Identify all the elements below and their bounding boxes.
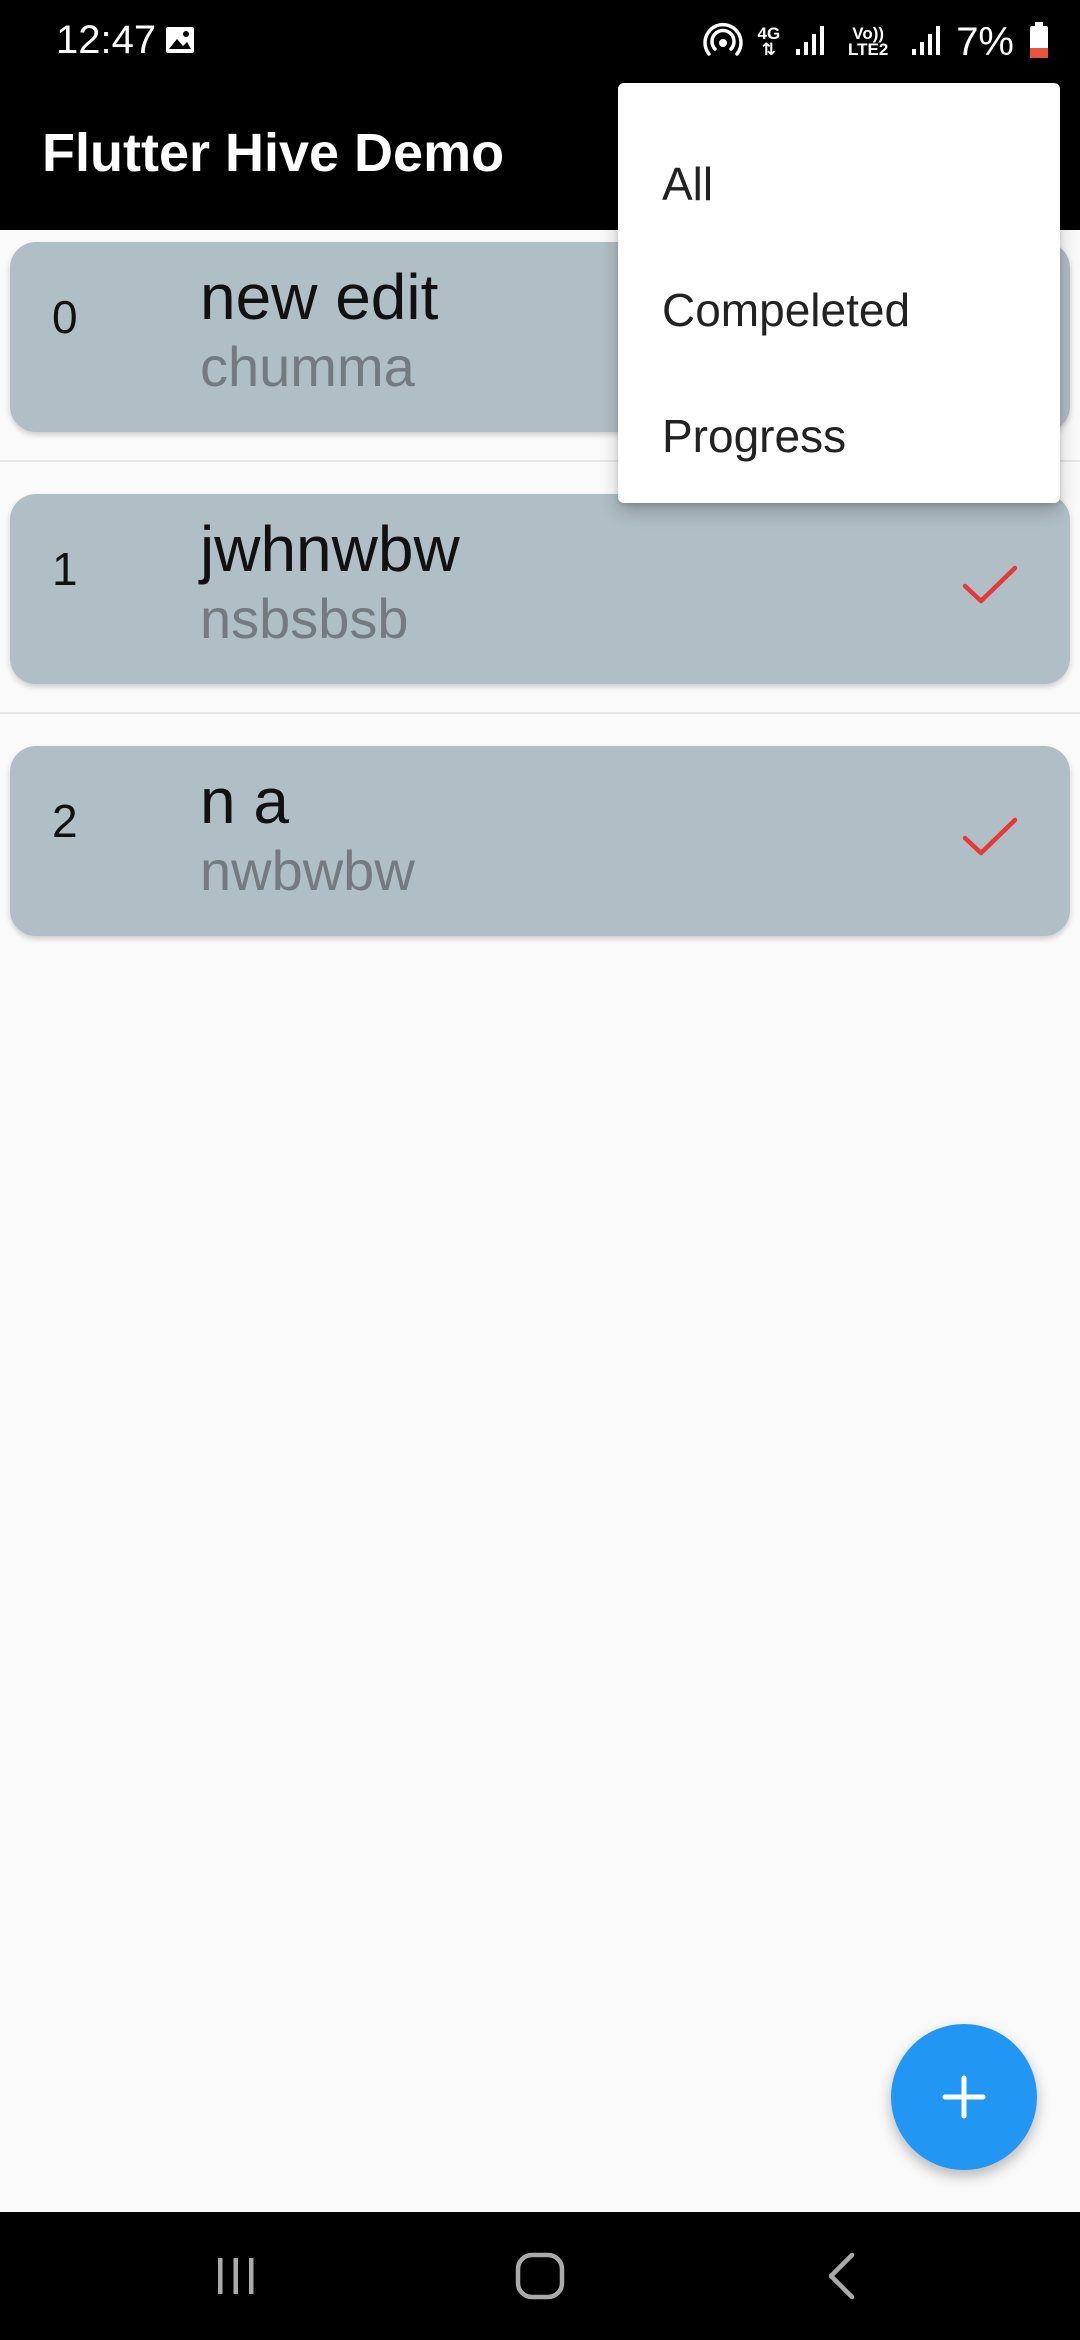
add-icon [942, 2075, 986, 2119]
network-4g-label: 4G ⇅ [758, 25, 781, 59]
status-time: 12:47 [56, 18, 157, 62]
data-arrows-icon: ⇅ [761, 40, 776, 59]
recents-button[interactable] [196, 2246, 276, 2306]
status-indicators: 4G ⇅ Vo)) LTE2 7% [702, 16, 1051, 68]
item-index: 1 [52, 543, 78, 595]
item-subtitle: nsbsbsb [200, 587, 409, 650]
battery-percent: 7% [956, 19, 1014, 64]
signal-icon [910, 23, 942, 62]
item-index: 0 [52, 291, 78, 343]
status-bar: 12:47 4G ⇅ Vo)) LTE2 7% [0, 0, 1080, 84]
back-icon [828, 2252, 855, 2300]
app-title: Flutter Hive Demo [42, 123, 505, 183]
list-item[interactable]: 2 n a nwbwbw [10, 746, 1070, 936]
item-title: new edit [200, 261, 439, 333]
gallery-icon [164, 24, 196, 61]
signal-icon [794, 23, 826, 62]
menu-item-all[interactable]: All [618, 121, 1060, 247]
filter-menu: All Compeleted Progress [618, 83, 1060, 503]
item-subtitle: nwbwbw [200, 839, 415, 902]
nav-bar [0, 2212, 1080, 2340]
check-icon [962, 565, 1018, 604]
divider [0, 712, 1080, 714]
add-task-button[interactable] [891, 2024, 1037, 2170]
home-icon [515, 2252, 565, 2300]
menu-item-progress[interactable]: Progress [618, 373, 1060, 499]
item-title: jwhnwbw [200, 513, 460, 585]
volte-label: Vo)) LTE2 [848, 24, 889, 59]
back-button[interactable] [802, 2246, 882, 2306]
item-title: n a [200, 765, 289, 837]
item-subtitle: chumma [200, 335, 415, 398]
home-button[interactable] [500, 2246, 580, 2306]
hotspot-icon [702, 19, 744, 66]
item-index: 2 [52, 795, 78, 847]
list-item[interactable]: 1 jwhnwbw nsbsbsb [10, 494, 1070, 684]
recents-icon [218, 2258, 254, 2294]
menu-item-completed[interactable]: Compeleted [618, 247, 1060, 373]
battery-icon [1028, 21, 1050, 64]
screen: 12:47 4G ⇅ Vo)) LTE2 7% Flutter Hive Dem… [0, 0, 1080, 2340]
check-icon [962, 817, 1018, 856]
